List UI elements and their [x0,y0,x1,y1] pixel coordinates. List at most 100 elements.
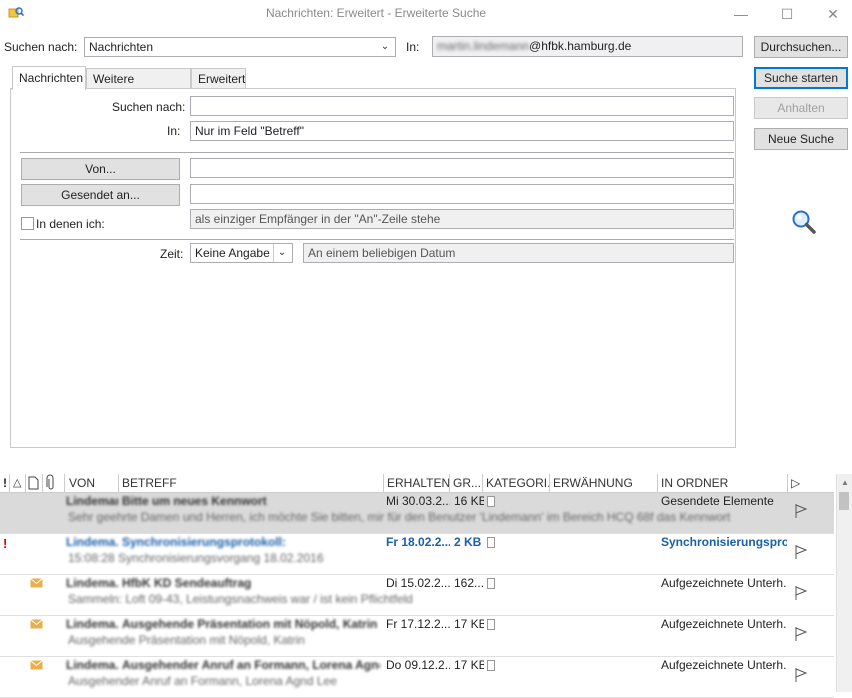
chevron-down-icon: ⌄ [380,41,390,52]
row-size: 2 KB [454,535,482,549]
row-from: Lindemann [66,494,118,508]
chevron-down-icon: ⌄ [273,244,290,262]
table-row[interactable]: ! Lindema... Synchronisierungsprotokoll: 15… [0,534,834,575]
flag-icon[interactable] [794,503,808,522]
find-now-button[interactable]: Suche starten [754,67,848,89]
column-received[interactable]: ERHALTEN [384,474,450,492]
category-box[interactable] [487,660,495,671]
row-from: Lindema... [66,617,118,631]
envelope-icon [30,659,43,673]
row-folder: Synchronisierungspro... [661,535,787,549]
category-box[interactable] [487,496,495,507]
row-folder: Aufgezeichnete Unterh... [661,576,787,590]
tab-messages[interactable]: Nachrichten [12,66,86,90]
where-i-am-label: In denen ich: [36,217,105,231]
row-from: Lindema... [66,576,118,590]
divider [20,152,734,153]
scroll-up-icon[interactable]: ▲ [841,478,849,487]
from-button[interactable]: Von... [21,158,180,180]
divider [20,239,734,240]
column-importance[interactable]: ! [0,474,10,492]
table-row[interactable]: Lindemann Bitte um neues Kennwort Sehr gee… [0,493,834,534]
row-received: Di 15.02.2... [386,576,450,590]
row-size: 17 KB [454,617,484,631]
magnifier-icon [790,208,818,236]
category-box[interactable] [487,619,495,630]
search-for-input[interactable] [190,96,734,116]
flag-icon[interactable] [794,626,808,645]
search-criteria-panel [10,88,736,448]
row-received: Fr 17.12.2... [386,617,450,631]
tab-advanced[interactable]: Erweitert [191,68,246,88]
look-for-value: Nachrichten [89,40,154,54]
column-subject[interactable]: BETREFF [119,474,384,492]
category-box[interactable] [487,537,495,548]
row-from: Lindema... [66,535,118,549]
row-folder: Aufgezeichnete Unterh... [661,658,787,672]
row-preview: Sehr geehrte Damen und Herren, ich möcht… [68,510,731,524]
column-categories[interactable]: KATEGORI... [483,474,550,492]
table-row[interactable]: Lindema... HfbK KD Sendeauftrag Sammeln: L… [0,575,834,616]
scroll-thumb[interactable] [839,492,849,510]
row-size: 162... [454,576,484,590]
row-folder: Gesendete Elemente [661,494,774,508]
column-icon[interactable] [26,474,43,492]
look-for-label: Suchen nach: [4,40,78,54]
in-folder-user: martin.lindemann [437,39,530,53]
browse-button[interactable]: Durchsuchen... [754,36,848,58]
row-preview: Ausgehender Anruf an Formann, Lorena Agn… [68,674,337,688]
in-scope-dropdown[interactable]: Nur im Feld "Betreff" [190,121,734,141]
column-mention[interactable]: ERWÄHNUNG [550,474,658,492]
in-folder-field: martin.lindemann@hfbk.hamburg.de [432,36,743,57]
row-size: 16 KB [454,494,484,508]
from-input[interactable] [190,158,734,178]
time-value: Keine Angabe [195,246,270,260]
row-folder: Aufgezeichnete Unterh... [661,617,787,631]
minimize-button[interactable]: — [718,2,764,26]
search-for-label: Suchen nach: [112,100,186,114]
where-i-am-dropdown: als einziger Empfänger in der "An"-Zeile… [190,209,734,229]
row-preview: Sammeln: Loft 09-43, Leistungsnachweis w… [68,592,413,606]
document-icon [28,476,39,490]
row-size: 17 KB [454,658,484,672]
look-for-dropdown[interactable]: Nachrichten ⌄ [84,37,396,57]
column-size[interactable]: GR... [450,474,483,492]
paperclip-icon [46,474,54,490]
column-from[interactable]: VON [66,474,119,492]
category-box[interactable] [487,578,495,589]
importance-icon: ! [3,536,8,551]
new-search-button[interactable]: Neue Suche [754,128,848,150]
column-reminder[interactable]: △ [10,474,26,492]
row-subject: Bitte um neues Kennwort [122,494,267,508]
row-preview: Ausgehende Präsentation mit Nöpold, Katr… [68,633,305,647]
time-range-dropdown: An einem beliebigen Datum [303,243,734,263]
in-folder-domain: @hfbk.hamburg.de [529,39,632,53]
time-label: Zeit: [160,247,184,261]
row-received: Mi 30.03.2... [386,494,450,508]
row-subject: HfbK KD Sendeauftrag [122,576,252,590]
row-received: Fr 18.02.2... [386,535,450,549]
column-in-folder[interactable]: IN ORDNER [658,474,788,492]
scrollbar[interactable]: ▲ [836,474,852,692]
table-row[interactable]: Lindema... Ausgehende Präsentation mit Nö… [0,616,834,657]
sent-to-button[interactable]: Gesendet an... [21,184,180,206]
window-title: Nachrichten: Erweitert - Erweiterte Such… [265,6,487,20]
in-label: In: [406,40,420,54]
row-subject: Ausgehender Anruf an Formann, Lorena Agn… [122,658,380,672]
in-scope-label: In: [167,124,181,138]
time-dropdown[interactable]: Keine Angabe ⌄ [190,243,293,263]
close-button[interactable]: ✕ [810,2,852,26]
maximize-button[interactable]: ☐ [764,2,810,26]
row-from: Lindema... [66,658,118,672]
where-i-am-checkbox[interactable] [21,217,34,230]
flag-icon[interactable] [794,544,808,563]
envelope-icon [30,618,43,632]
column-flag[interactable]: ▷ [788,474,834,492]
row-subject: Synchronisierungsprotokoll: [122,535,287,549]
tab-more-choices[interactable]: Weitere Optionen [86,68,191,106]
envelope-icon [30,577,43,591]
flag-icon[interactable] [794,667,808,686]
column-attachment[interactable] [43,474,65,492]
sent-to-input[interactable] [190,184,734,204]
flag-icon[interactable] [794,585,808,604]
